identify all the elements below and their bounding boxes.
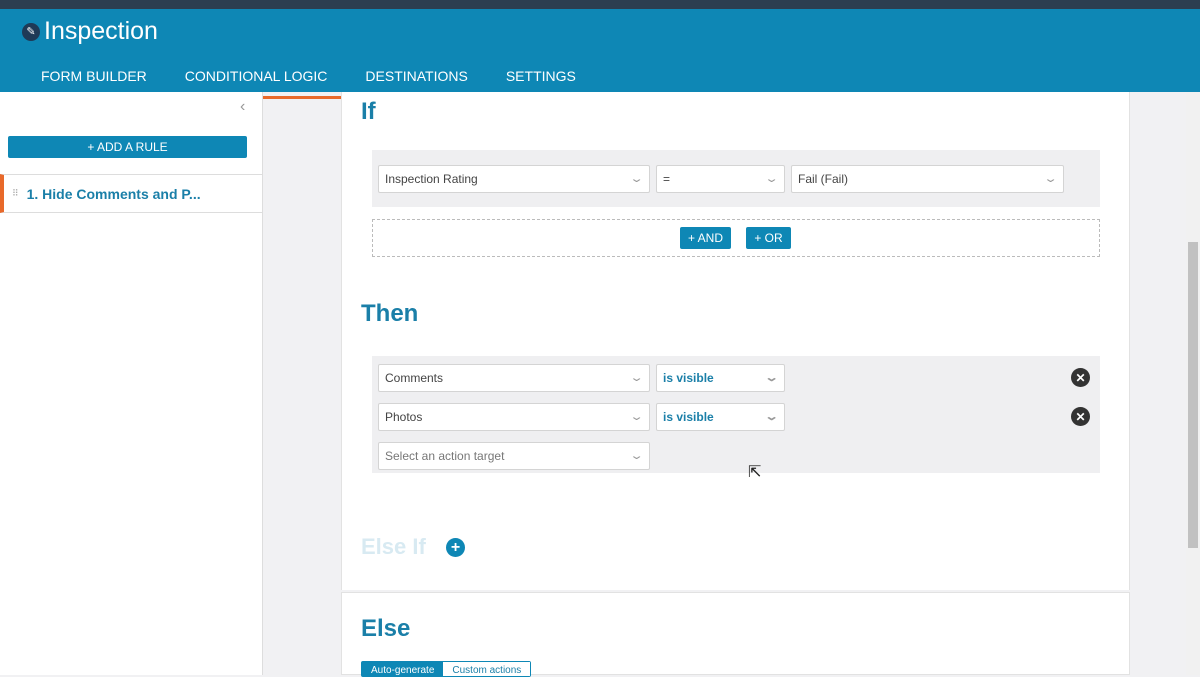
chevron-down-icon: ⌄ — [764, 372, 779, 384]
new-action-target-select[interactable]: Select an action target ⌄ — [378, 442, 650, 470]
rule-item[interactable]: ⠿ 1. Hide Comments and P... — [0, 174, 263, 213]
condition-operator-value: = — [663, 172, 671, 186]
else-heading: Else — [361, 615, 411, 642]
action-target-value: Comments — [385, 371, 444, 385]
app-header: ✎ Inspection FORM BUILDER CONDITIONAL LO… — [0, 9, 1200, 99]
form-title: ✎ Inspection — [22, 17, 158, 46]
chevron-down-icon: ⌄ — [764, 173, 779, 185]
chevron-down-icon: ⌄ — [764, 411, 779, 423]
form-title-text: Inspection — [44, 17, 158, 45]
remove-action-icon[interactable]: ✕ — [1071, 407, 1090, 426]
add-or-button[interactable]: + OR — [746, 227, 791, 249]
condition-value-select[interactable]: Fail (Fail) ⌄ — [791, 165, 1064, 193]
mouse-cursor-icon: ⇱ — [748, 464, 762, 481]
action-state-value: is visible — [663, 371, 714, 385]
add-rule-button[interactable]: + ADD A RULE — [8, 136, 247, 158]
action-state-select[interactable]: is visible ⌄ — [656, 403, 785, 431]
condition-operator-select[interactable]: = ⌄ — [656, 165, 785, 193]
scrollbar[interactable] — [1186, 92, 1200, 675]
then-heading: Then — [361, 300, 419, 327]
action-target-value: Photos — [385, 410, 423, 424]
top-bar — [0, 0, 1200, 9]
chevron-down-icon: ⌄ — [1043, 173, 1058, 185]
rule-label: 1. Hide Comments and P... — [26, 185, 201, 202]
action-target-select[interactable]: Photos ⌄ — [378, 403, 650, 431]
action-state-select[interactable]: is visible ⌄ — [656, 364, 785, 392]
else-if-heading: Else If — [361, 534, 426, 559]
add-else-if-button[interactable]: + — [446, 538, 465, 557]
action-state-value: is visible — [663, 410, 714, 424]
condition-field-value: Inspection Rating — [385, 172, 478, 186]
drag-handle-icon[interactable]: ⠿ — [12, 188, 19, 199]
if-heading: If — [361, 98, 376, 125]
chevron-down-icon: ⌄ — [629, 411, 644, 423]
collapse-sidebar-icon[interactable]: ‹ — [240, 98, 245, 116]
add-and-button[interactable]: + AND — [680, 227, 731, 249]
condition-value-value: Fail (Fail) — [798, 172, 848, 186]
custom-actions-option[interactable]: Custom actions — [443, 662, 531, 676]
condition-field-select[interactable]: Inspection Rating ⌄ — [378, 165, 650, 193]
add-condition-area — [372, 219, 1100, 257]
rules-sidebar: ‹ + ADD A RULE ⠿ 1. Hide Comments and P.… — [0, 92, 263, 675]
action-target-placeholder: Select an action target — [385, 449, 505, 463]
action-target-select[interactable]: Comments ⌄ — [378, 364, 650, 392]
auto-generate-option[interactable]: Auto-generate — [362, 662, 444, 676]
edit-icon[interactable]: ✎ — [22, 22, 40, 41]
chevron-down-icon: ⌄ — [629, 450, 644, 462]
remove-action-icon[interactable]: ✕ — [1071, 368, 1090, 387]
scrollbar-thumb[interactable] — [1188, 242, 1198, 548]
chevron-down-icon: ⌄ — [629, 372, 644, 384]
chevron-down-icon: ⌄ — [629, 173, 644, 185]
